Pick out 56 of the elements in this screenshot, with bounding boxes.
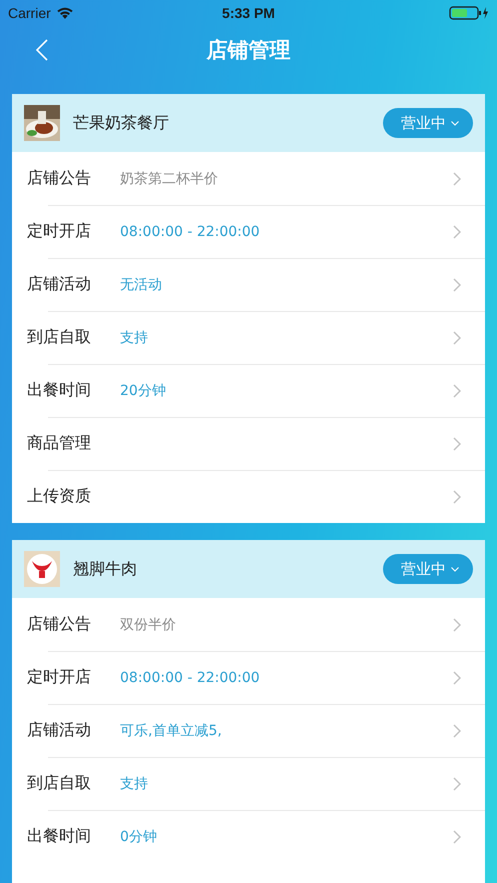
carrier-label: Carrier (8, 5, 51, 21)
chevron-icon (453, 670, 461, 684)
settings-row[interactable]: 到店自取 支持 (12, 311, 485, 364)
battery-icon (449, 5, 489, 21)
clock-time: 5:33 PM (221, 5, 276, 21)
chevron-icon (453, 172, 461, 186)
chevron-icon (453, 830, 461, 844)
row-value: 支持 (120, 774, 148, 792)
settings-row[interactable]: 店铺公告 双份半价 (12, 598, 485, 651)
row-label: 店铺活动 (27, 720, 92, 741)
row-value: 20分钟 (120, 382, 166, 400)
row-label: 定时开店 (27, 667, 92, 688)
row-value: 奶茶第二杯半价 (120, 170, 218, 188)
row-label: 出餐时间 (27, 380, 92, 401)
row-value: 可乐,首单立减5, (120, 722, 222, 740)
settings-row[interactable]: 店铺活动 可乐,首单立减5, (12, 704, 485, 757)
row-value: 双份半价 (120, 616, 176, 634)
caret-icon (451, 120, 459, 126)
chevron-icon (453, 436, 461, 450)
row-value: 支持 (120, 328, 148, 346)
settings-row[interactable]: 店铺公告 奶茶第二杯半价 (12, 152, 485, 205)
settings-row[interactable]: 店铺活动 无活动 (12, 258, 485, 311)
chevron-icon (453, 618, 461, 632)
row-value: 08:00:00 - 22:00:00 (120, 224, 260, 240)
settings-row[interactable]: 出餐时间 0分钟 (12, 810, 485, 863)
chevron-icon (453, 490, 461, 504)
row-label: 出餐时间 (27, 826, 92, 847)
wifi-icon (56, 6, 74, 20)
chevron-icon (453, 330, 461, 344)
chevron-icon (453, 278, 461, 292)
row-label: 定时开店 (27, 221, 92, 242)
chevron-icon (453, 384, 461, 398)
page-title: 店铺管理 (206, 37, 290, 64)
back-icon[interactable] (36, 39, 48, 61)
store-name: 芒果奶茶餐厅 (73, 112, 169, 134)
row-label: 上传资质 (27, 486, 92, 507)
settings-row[interactable]: 上传资质 (12, 470, 485, 523)
row-value: 无活动 (120, 276, 162, 294)
settings-row[interactable]: 定时开店 08:00:00 - 22:00:00 (12, 651, 485, 704)
settings-row[interactable]: 出餐时间 20分钟 (12, 364, 485, 417)
row-label: 到店自取 (27, 327, 92, 348)
row-value: 08:00:00 - 22:00:00 (120, 670, 260, 686)
chevron-icon (453, 776, 461, 790)
settings-row[interactable]: 到店自取 支持 (12, 757, 485, 810)
row-label: 商品管理 (27, 433, 92, 454)
store-name: 翘脚牛肉 (73, 558, 137, 580)
row-label: 店铺活动 (27, 274, 92, 295)
row-label: 店铺公告 (27, 168, 92, 189)
row-label: 到店自取 (27, 773, 92, 794)
row-label: 店铺公告 (27, 614, 92, 635)
chevron-icon (453, 224, 461, 238)
settings-row[interactable]: 商品管理 (12, 417, 485, 470)
row-value: 0分钟 (120, 828, 157, 846)
settings-row[interactable]: 定时开店 08:00:00 - 22:00:00 (12, 205, 485, 258)
chevron-icon (453, 724, 461, 738)
caret-icon (451, 566, 459, 572)
